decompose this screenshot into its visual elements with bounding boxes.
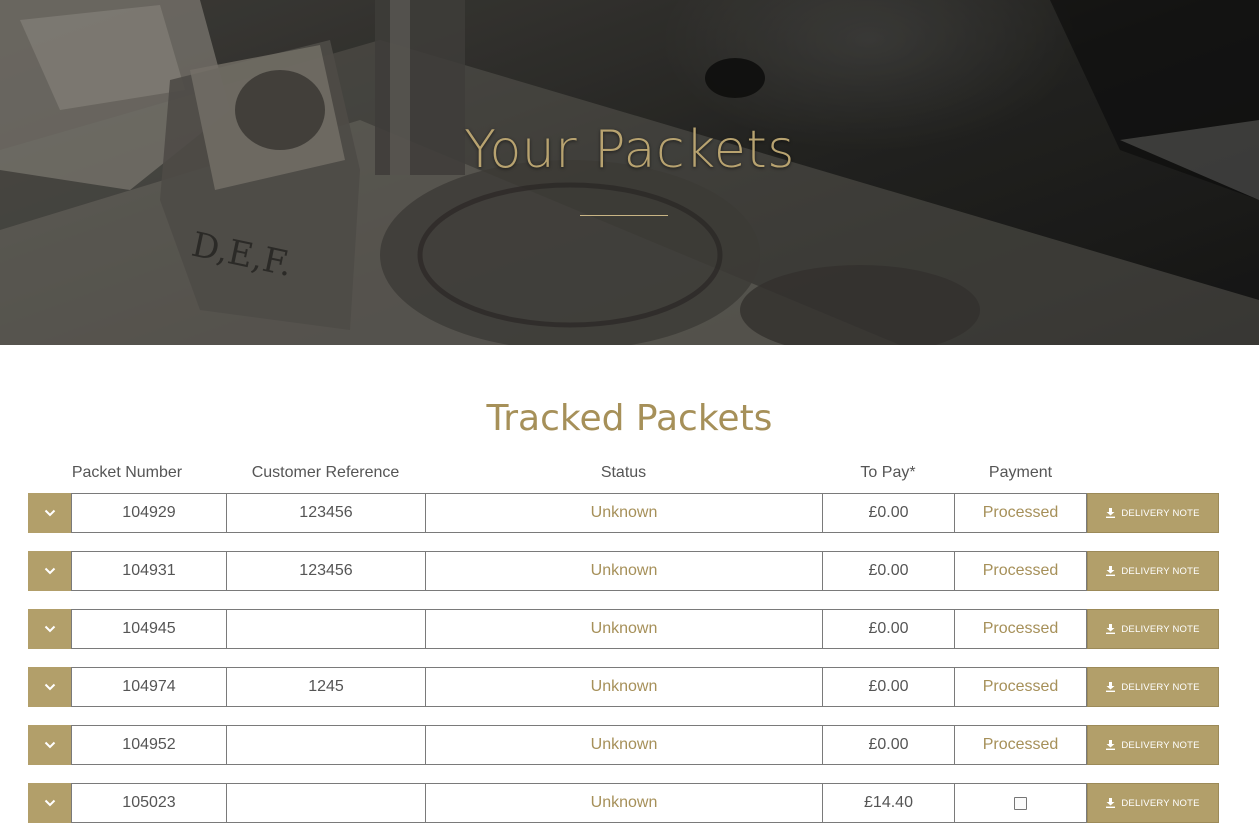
customer-reference-cell: [226, 725, 426, 765]
delivery-note-button[interactable]: DELIVERY NOTE: [1087, 609, 1219, 649]
status-cell: Unknown: [425, 725, 823, 765]
column-header-status: Status: [600, 464, 647, 481]
to-pay-cell: £0.00: [822, 725, 955, 765]
payment-cell: Processed: [954, 609, 1087, 649]
download-icon: [1106, 566, 1116, 576]
table-row: 104952 Unknown £0.00 Processed DELIVERY NOTE: [28, 725, 1219, 765]
payment-cell: Processed: [954, 493, 1087, 533]
to-pay-cell: £0.00: [822, 551, 955, 591]
download-icon: [1106, 798, 1116, 808]
customer-reference-cell: [226, 609, 426, 649]
packet-number-cell: 104931: [71, 551, 227, 591]
download-icon: [1106, 508, 1116, 518]
to-pay-cell: £0.00: [822, 493, 955, 533]
status-cell: Unknown: [425, 493, 823, 533]
delivery-note-label: DELIVERY NOTE: [1121, 623, 1200, 635]
download-icon: [1106, 682, 1116, 692]
table-row: 104931 123456 Unknown £0.00 Processed DELIVER…: [28, 551, 1219, 591]
delivery-note-button[interactable]: DELIVERY NOTE: [1087, 551, 1219, 591]
column-header-customer-reference: Customer Reference: [251, 464, 400, 481]
delivery-note-button[interactable]: DELIVERY NOTE: [1087, 783, 1219, 823]
delivery-note-label: DELIVERY NOTE: [1121, 797, 1200, 809]
packet-number-cell: 104945: [71, 609, 227, 649]
chevron-down-icon: [44, 799, 56, 807]
expand-row-button[interactable]: [28, 783, 71, 823]
table-row: 104929 123456 Unknown £0.00 Processed DELIVER…: [28, 493, 1219, 533]
customer-reference-cell: 123456: [226, 493, 426, 533]
chevron-down-icon: [44, 567, 56, 575]
customer-reference-cell: 123456: [226, 551, 426, 591]
hero-banner: D,E,F. Your Packets: [0, 0, 1259, 345]
customer-reference-cell: [226, 783, 426, 823]
status-cell: Unknown: [425, 783, 823, 823]
delivery-note-button[interactable]: DELIVERY NOTE: [1087, 725, 1219, 765]
payment-cell: Processed: [954, 667, 1087, 707]
column-header-payment: Payment: [988, 464, 1053, 481]
expand-row-button[interactable]: [28, 551, 71, 591]
chevron-down-icon: [44, 625, 56, 633]
packet-number-cell: 104952: [71, 725, 227, 765]
page-title: Your Packets: [464, 120, 795, 180]
to-pay-cell: £0.00: [822, 667, 955, 707]
chevron-down-icon: [44, 509, 56, 517]
to-pay-cell: £0.00: [822, 609, 955, 649]
download-icon: [1106, 624, 1116, 634]
payment-cell: Processed: [954, 551, 1087, 591]
chevron-down-icon: [44, 683, 56, 691]
packet-number-cell: 105023: [71, 783, 227, 823]
delivery-note-label: DELIVERY NOTE: [1121, 507, 1200, 519]
table-row: 105023 Unknown £14.40 DELIVERY NOTE: [28, 783, 1219, 823]
delivery-note-button[interactable]: DELIVERY NOTE: [1087, 667, 1219, 707]
customer-reference-cell: 1245: [226, 667, 426, 707]
download-icon: [1106, 740, 1116, 750]
column-header-packet-number: Packet Number: [71, 464, 183, 481]
delivery-note-button[interactable]: DELIVERY NOTE: [1087, 493, 1219, 533]
status-cell: Unknown: [425, 667, 823, 707]
table-row: 104945 Unknown £0.00 Processed DELIVERY NOTE: [28, 609, 1219, 649]
packet-number-cell: 104974: [71, 667, 227, 707]
status-cell: Unknown: [425, 551, 823, 591]
pay-checkbox[interactable]: [1014, 796, 1027, 810]
section-title: Tracked Packets: [486, 398, 773, 439]
title-divider: [580, 215, 668, 216]
expand-row-button[interactable]: [28, 493, 71, 533]
table-row: 104974 1245 Unknown £0.00 Processed DELIVERY …: [28, 667, 1219, 707]
packet-number-cell: 104929: [71, 493, 227, 533]
column-header-to-pay: To Pay*: [860, 464, 916, 481]
to-pay-cell: £14.40: [822, 783, 955, 823]
expand-row-button[interactable]: [28, 667, 71, 707]
expand-row-button[interactable]: [28, 725, 71, 765]
payment-cell: [954, 783, 1087, 823]
status-cell: Unknown: [425, 609, 823, 649]
chevron-down-icon: [44, 741, 56, 749]
delivery-note-label: DELIVERY NOTE: [1121, 681, 1200, 693]
payment-cell: Processed: [954, 725, 1087, 765]
delivery-note-label: DELIVERY NOTE: [1121, 739, 1200, 751]
expand-row-button[interactable]: [28, 609, 71, 649]
delivery-note-label: DELIVERY NOTE: [1121, 565, 1200, 577]
